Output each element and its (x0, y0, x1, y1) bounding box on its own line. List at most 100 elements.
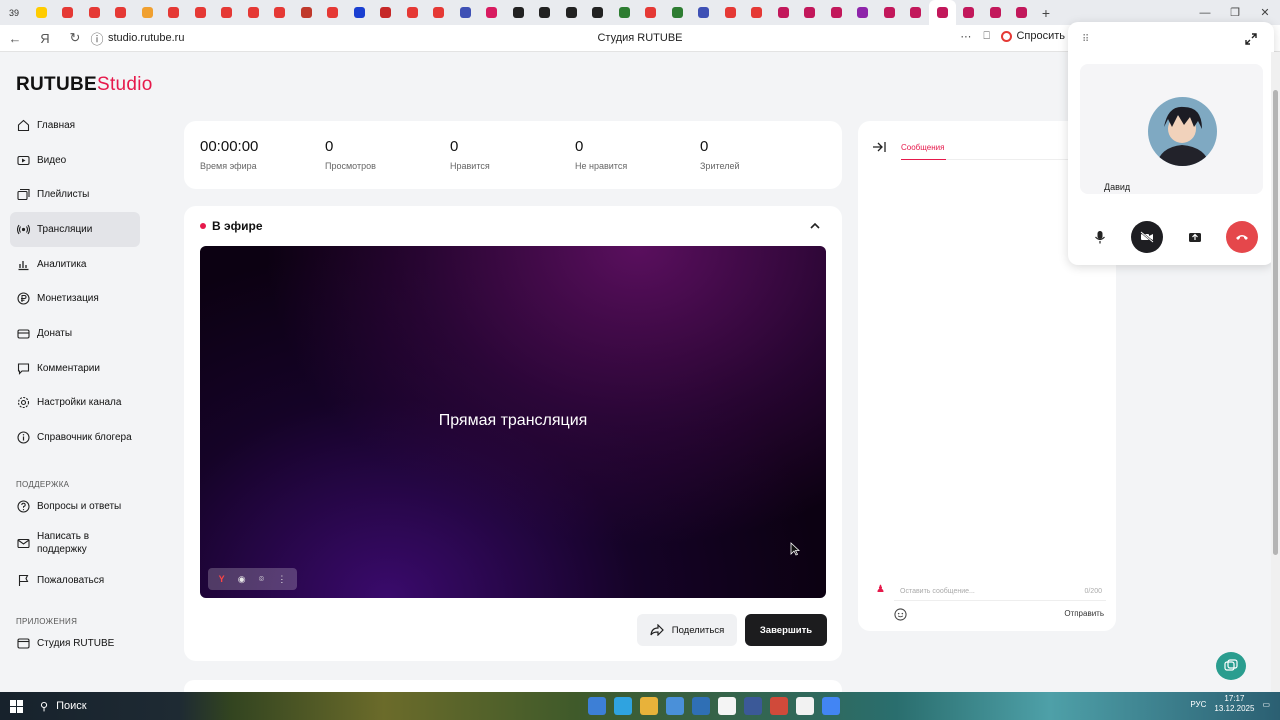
page-scrollbar[interactable] (1271, 52, 1280, 692)
lang-indicator[interactable]: РУС (1190, 700, 1206, 709)
browser-tab[interactable] (108, 0, 135, 25)
share-screen-button[interactable] (1179, 221, 1211, 253)
taskbar-app-icon[interactable] (640, 697, 658, 715)
browser-tab[interactable] (134, 0, 161, 25)
taskbar-search[interactable]: ⚲ Поиск (32, 692, 144, 720)
screenshot-icon[interactable]: ⌾ (259, 574, 264, 585)
collapse-panel-icon[interactable] (872, 141, 886, 153)
browser-tab[interactable] (876, 0, 903, 25)
taskbar-app-icon[interactable] (666, 697, 684, 715)
taskbar-app-icon[interactable] (588, 697, 606, 715)
new-tab-button[interactable]: + (1035, 5, 1057, 21)
sidebar-item-info[interactable]: Справочник блогера (10, 420, 140, 455)
browser-tab[interactable] (903, 0, 930, 25)
stream-player[interactable]: Прямая трансляция Y ◉ ⌾ ⋮ (200, 246, 826, 598)
browser-tab[interactable] (611, 0, 638, 25)
browser-tab[interactable] (532, 0, 559, 25)
browser-tab[interactable] (214, 0, 241, 25)
more-vertical-icon[interactable]: ⋮ (277, 574, 286, 585)
sidebar-item-video[interactable]: Видео (10, 143, 140, 178)
taskbar-app-icon[interactable] (718, 697, 736, 715)
taskbar-app-icon[interactable] (614, 697, 632, 715)
browser-tab[interactable] (558, 0, 585, 25)
browser-tab[interactable] (505, 0, 532, 25)
browser-tab[interactable] (81, 0, 108, 25)
yandex-icon[interactable]: Я (30, 31, 60, 46)
close-icon[interactable]: ✕ (1250, 6, 1280, 19)
browser-tab[interactable] (240, 0, 267, 25)
browser-tab[interactable] (664, 0, 691, 25)
browser-tab[interactable] (320, 0, 347, 25)
browser-tab[interactable] (982, 0, 1009, 25)
browser-tab[interactable] (346, 0, 373, 25)
back-icon[interactable]: ← (0, 31, 30, 46)
hang-up-button[interactable] (1225, 221, 1258, 253)
browser-tab[interactable] (28, 0, 55, 25)
notifications-icon[interactable]: ▭ (1262, 700, 1270, 709)
browser-tab[interactable] (956, 0, 983, 25)
sidebar-item-mail[interactable]: Написать в поддержку (10, 524, 140, 564)
taskbar-app-icon[interactable] (796, 697, 814, 715)
sidebar-item-gear[interactable]: Настройки канала (10, 386, 140, 421)
browser-tab[interactable] (823, 0, 850, 25)
site-info-icon[interactable]: ⓘ (90, 29, 104, 48)
minimize-icon[interactable]: — (1190, 7, 1220, 19)
expand-icon[interactable] (1244, 32, 1258, 46)
chat-message-input[interactable]: Оставить сообщение... (894, 581, 1106, 601)
browser-tab[interactable] (770, 0, 797, 25)
sidebar-item-question[interactable]: Вопросы и ответы (10, 489, 140, 524)
eye-icon[interactable]: ◉ (238, 574, 246, 585)
browser-tab[interactable] (850, 0, 877, 25)
browser-tab[interactable] (55, 0, 82, 25)
bookmark-icon[interactable]: ⎕ (983, 30, 990, 43)
reload-icon[interactable]: ↻ (60, 30, 90, 46)
ask-button[interactable]: Спросить (1001, 30, 1065, 42)
browser-tab[interactable] (373, 0, 400, 25)
sidebar-item-home[interactable]: Главная (10, 108, 140, 143)
camera-button[interactable] (1131, 221, 1164, 253)
mic-button[interactable] (1084, 221, 1116, 253)
taskbar-app-icon[interactable] (692, 697, 710, 715)
start-button[interactable] (0, 699, 32, 713)
browser-tab[interactable] (479, 0, 506, 25)
send-button[interactable]: Отправить (1064, 609, 1104, 618)
more-icon[interactable]: ⋯ (960, 30, 971, 43)
end-stream-button[interactable]: Завершить (745, 614, 827, 646)
browser-tab[interactable] (797, 0, 824, 25)
browser-tab[interactable] (744, 0, 771, 25)
taskbar-app-icon[interactable] (770, 697, 788, 715)
restore-icon[interactable]: ❐ (1220, 6, 1250, 19)
browser-tab[interactable] (293, 0, 320, 25)
tab-count[interactable]: 39 (0, 0, 28, 25)
browser-tab[interactable] (691, 0, 718, 25)
browser-tab[interactable] (426, 0, 453, 25)
drag-handle-icon[interactable]: ⠿ (1082, 34, 1089, 45)
browser-tab[interactable] (585, 0, 612, 25)
share-button[interactable]: Поделиться (637, 614, 737, 646)
clock[interactable]: 17:17 13.12.2025 (1214, 694, 1254, 715)
taskbar-app-icon[interactable] (744, 697, 762, 715)
url-field[interactable]: studio.rutube.ru (108, 32, 184, 44)
sidebar-item-playlist[interactable]: Плейлисты (10, 177, 140, 212)
help-chat-button[interactable] (1216, 652, 1246, 680)
sidebar-item-donation[interactable]: Донаты (10, 316, 140, 351)
sidebar-item-comment[interactable]: Комментарии (10, 351, 140, 386)
yandex-translate-icon[interactable]: Y (219, 574, 225, 584)
browser-tab[interactable] (929, 0, 956, 25)
sidebar-item-analytics[interactable]: Аналитика (10, 247, 140, 282)
sidebar-item-flag[interactable]: Пожаловаться (10, 564, 140, 599)
emoji-icon[interactable] (894, 608, 907, 621)
browser-tab[interactable] (267, 0, 294, 25)
browser-tab[interactable] (1009, 0, 1036, 25)
browser-tab[interactable] (452, 0, 479, 25)
browser-tab[interactable] (161, 0, 188, 25)
browser-tab[interactable] (399, 0, 426, 25)
browser-tab[interactable] (717, 0, 744, 25)
taskbar-app-icon[interactable] (822, 697, 840, 715)
sidebar-item-broadcast[interactable]: Трансляции (10, 212, 140, 247)
chevron-up-icon[interactable] (808, 219, 822, 233)
studio-logo[interactable]: RUTUBEStudio (16, 74, 153, 96)
sidebar-item-ruble[interactable]: Монетизация (10, 281, 140, 316)
sidebar-item-app[interactable]: Студия RUTUBE (10, 626, 140, 661)
browser-tab[interactable] (187, 0, 214, 25)
